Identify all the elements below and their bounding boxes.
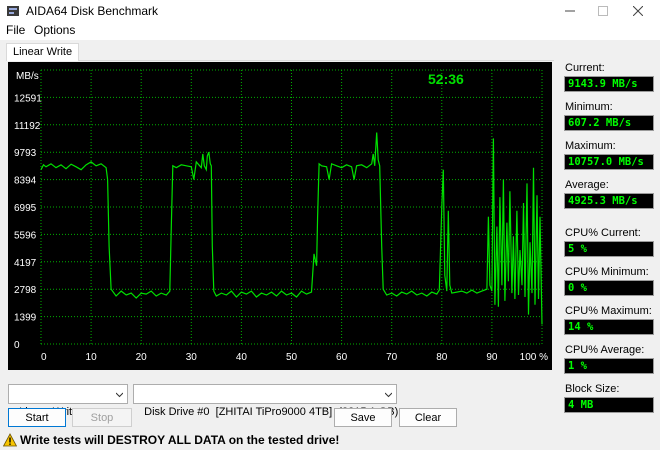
- close-button[interactable]: [620, 0, 656, 22]
- benchmark-chart: 12591 11192 9793 8394 6995 5596 4197 2798 1399 0 0…: [8, 62, 552, 370]
- stat-value: 4925.3 MB/s: [564, 193, 654, 209]
- menu-file[interactable]: File: [6, 23, 25, 37]
- stat-label: Maximum:: [565, 140, 616, 152]
- x-tick-label: 10: [86, 352, 98, 363]
- warning-bar: Write tests will DESTROY ALL DATA on the…: [0, 431, 660, 450]
- warning-text: Write tests will DESTROY ALL DATA on the…: [20, 433, 340, 447]
- title-bar: AIDA64 Disk Benchmark: [0, 0, 660, 22]
- start-button[interactable]: Start: [8, 408, 66, 427]
- stat-label: Current:: [565, 62, 605, 74]
- save-button[interactable]: Save: [334, 408, 392, 427]
- y-tick-label: 12591: [14, 93, 42, 104]
- tab-linear-write[interactable]: Linear Write: [6, 43, 80, 61]
- minimize-icon: [565, 10, 575, 12]
- x-tick-label: 0: [41, 352, 47, 363]
- warning-icon: [3, 433, 17, 447]
- x-tick-label: 70: [386, 352, 398, 363]
- stat-label: CPU% Current:: [565, 227, 641, 239]
- y-tick-label: 1399: [14, 313, 37, 324]
- y-tick-label: 9793: [14, 148, 37, 159]
- stat-value: 4 MB: [564, 397, 654, 413]
- stat-value: 1 %: [564, 358, 654, 374]
- maximize-icon: [598, 6, 608, 16]
- chart-svg: 12591 11192 9793 8394 6995 5596 4197 2798 1399 0 0…: [14, 69, 548, 363]
- y-tick-label: 2798: [14, 285, 37, 296]
- stat-value: 0 %: [564, 280, 654, 296]
- app-icon: [7, 6, 19, 16]
- x-tick-label: 20: [136, 352, 148, 363]
- x-tick-label: 30: [186, 352, 198, 363]
- test-select[interactable]: Linear Write: [8, 384, 128, 418]
- x-tick-label: 80: [436, 352, 448, 363]
- chevron-down-icon: [116, 392, 123, 398]
- stat-label: Minimum:: [565, 101, 613, 113]
- x-tick-label: 40: [236, 352, 248, 363]
- window-title: AIDA64 Disk Benchmark: [26, 4, 159, 18]
- tab-strip: [6, 60, 554, 61]
- y-tick-label: 11192: [14, 121, 41, 132]
- clear-button[interactable]: Clear: [399, 408, 457, 427]
- y-tick-label: 8394: [14, 176, 37, 187]
- y-axis-label: MB/s: [16, 71, 39, 82]
- y-tick-label: 0: [14, 340, 20, 351]
- stat-label: Average:: [565, 179, 609, 191]
- stop-button[interactable]: Stop: [72, 408, 132, 427]
- stat-value: 5 %: [564, 241, 654, 257]
- stat-label: CPU% Average:: [565, 344, 645, 356]
- x-tick-label: 90: [486, 352, 498, 363]
- stat-value: 14 %: [564, 319, 654, 335]
- chevron-down-icon: [385, 392, 392, 398]
- x-tick-label: 50: [286, 352, 298, 363]
- maximize-button: [585, 0, 621, 22]
- stat-value: 607.2 MB/s: [564, 115, 654, 131]
- x-tick-label: 60: [336, 352, 348, 363]
- x-tick-label: 100 %: [520, 352, 548, 363]
- y-tick-label: 5596: [14, 230, 37, 241]
- y-tick-label: 6995: [14, 203, 37, 214]
- y-tick-label: 4197: [14, 258, 37, 269]
- stat-value: 10757.0 MB/s: [564, 154, 654, 170]
- close-icon: [633, 6, 643, 16]
- minimize-button[interactable]: [552, 0, 588, 22]
- stat-value: 9143.9 MB/s: [564, 76, 654, 92]
- elapsed-timer: 52:36: [428, 71, 464, 87]
- menu-bar: File Options: [0, 22, 660, 40]
- stat-label: CPU% Minimum:: [565, 266, 649, 278]
- stat-label: Block Size:: [565, 383, 620, 395]
- drive-select[interactable]: Disk Drive #0 [ZHITAI TiPro9000 4TB] (38…: [133, 384, 398, 418]
- menu-options[interactable]: Options: [34, 23, 75, 37]
- stat-label: CPU% Maximum:: [565, 305, 652, 317]
